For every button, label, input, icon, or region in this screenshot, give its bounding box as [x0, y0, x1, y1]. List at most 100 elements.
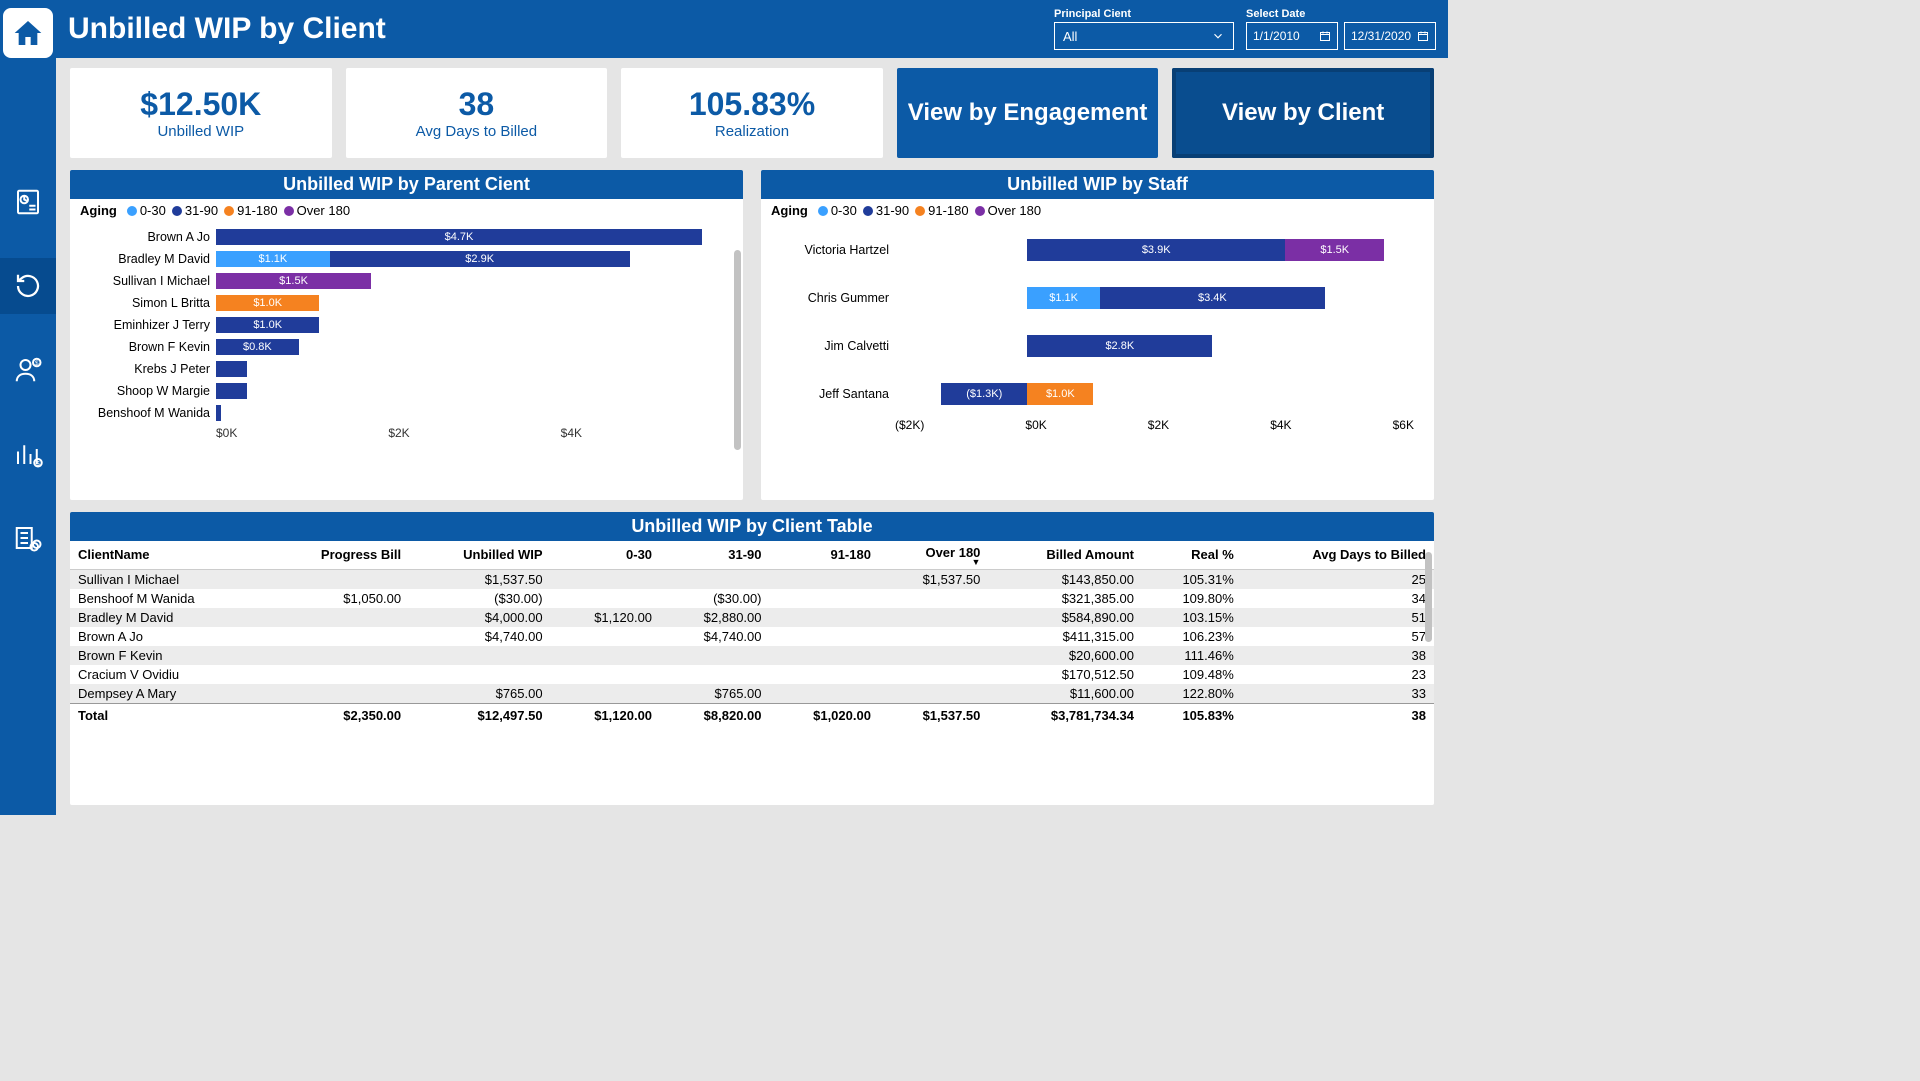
table-total-cell: 38: [1242, 703, 1434, 727]
axis-tick: $0K: [1025, 418, 1046, 432]
chart-bar-segment[interactable]: $1.1K: [216, 251, 330, 267]
date-from-input[interactable]: 1/1/2010: [1246, 22, 1338, 50]
table-row[interactable]: Bradley M David$4,000.00$1,120.00$2,880.…: [70, 608, 1434, 627]
chart-category-label: Eminhizer J Terry: [80, 318, 210, 332]
table-cell: [409, 665, 550, 684]
table-cell: [770, 684, 879, 704]
chart-category-label: Jeff Santana: [771, 387, 889, 401]
table-cell: [267, 665, 410, 684]
chart-category-label: Sullivan I Michael: [80, 274, 210, 288]
table-row[interactable]: Cracium V Ovidiu$170,512.50109.48%23: [70, 665, 1434, 684]
nav-chart-icon[interactable]: $: [0, 426, 56, 482]
page-title: Unbilled WIP by Client: [68, 12, 1042, 46]
table-cell: $170,512.50: [988, 665, 1142, 684]
table-header-cell[interactable]: ClientName: [70, 541, 267, 569]
table-header-cell[interactable]: 91-180: [770, 541, 879, 569]
nav-report-icon[interactable]: [0, 174, 56, 230]
chart-bar-segment[interactable]: $2.9K: [330, 251, 630, 267]
table-row[interactable]: Benshoof M Wanida$1,050.00($30.00)($30.0…: [70, 589, 1434, 608]
chart-bar-segment[interactable]: $1.1K: [1027, 287, 1100, 309]
table-cell: [660, 646, 769, 665]
chart-bar-segment[interactable]: $0.8K: [216, 339, 299, 355]
chart-bar-segment[interactable]: $1.5K: [216, 273, 371, 289]
table-row[interactable]: Brown F Kevin$20,600.00111.46%38: [70, 646, 1434, 665]
chart-bar-segment[interactable]: $1.0K: [1027, 383, 1093, 405]
table-cell: ($30.00): [409, 589, 550, 608]
svg-text:$: $: [36, 460, 40, 467]
table-cell: Brown A Jo: [70, 627, 267, 646]
chevron-down-icon: [1211, 29, 1225, 43]
table-cell: 34: [1242, 589, 1434, 608]
view-by-client-button[interactable]: View by Client: [1172, 68, 1434, 158]
home-button[interactable]: [3, 8, 53, 58]
wip-table[interactable]: ClientNameProgress BillUnbilled WIP0-303…: [70, 541, 1434, 727]
chart-bar-row: Jim Calvetti$2.8K: [771, 322, 1424, 370]
table-header-cell[interactable]: 0-30: [551, 541, 660, 569]
table-header-cell[interactable]: Billed Amount: [988, 541, 1142, 569]
chart-bar-segment[interactable]: $3.9K: [1027, 239, 1285, 261]
table-cell: $1,120.00: [551, 608, 660, 627]
table-cell: 25: [1242, 569, 1434, 589]
chart-category-label: Brown F Kevin: [80, 340, 210, 354]
table-cell: [551, 569, 660, 589]
table-cell: 33: [1242, 684, 1434, 704]
table-header-cell[interactable]: Progress Bill: [267, 541, 410, 569]
kpi-row: $12.50K Unbilled WIP 38 Avg Days to Bill…: [70, 68, 1434, 158]
table-cell: $4,000.00: [409, 608, 550, 627]
table-cell: [879, 608, 988, 627]
table-cell: [267, 569, 410, 589]
table-cell: Brown F Kevin: [70, 646, 267, 665]
chart-bar-segment[interactable]: $2.8K: [1027, 335, 1212, 357]
chart-bar-segment[interactable]: $1.5K: [1285, 239, 1384, 261]
chart-bar-row: Victoria Hartzel $3.9K$1.5K: [771, 226, 1424, 274]
chart-bar-segment[interactable]: ($1.3K): [941, 383, 1027, 405]
chart-bar-segment[interactable]: [216, 405, 221, 421]
table-cell: $1,537.50: [409, 569, 550, 589]
nav-refresh-icon[interactable]: [0, 258, 56, 314]
axis-tick: $4K: [561, 426, 733, 440]
table-header-cell[interactable]: 31-90: [660, 541, 769, 569]
table-row[interactable]: Sullivan I Michael$1,537.50$1,537.50$143…: [70, 569, 1434, 589]
table-row[interactable]: Brown A Jo$4,740.00$4,740.00$411,315.001…: [70, 627, 1434, 646]
chart-parent-body[interactable]: Brown A Jo$4.7KBradley M David$1.1K$2.9K…: [70, 222, 743, 500]
kpi-unbilled-wip: $12.50K Unbilled WIP: [70, 68, 332, 158]
view-by-engagement-button[interactable]: View by Engagement: [897, 68, 1159, 158]
table-header-cell[interactable]: Over 180▼: [879, 541, 988, 569]
table-scrollbar[interactable]: [1425, 552, 1432, 642]
table-header-cell[interactable]: Unbilled WIP: [409, 541, 550, 569]
table-header-cell[interactable]: Avg Days to Billed: [1242, 541, 1434, 569]
table-cell: $411,315.00: [988, 627, 1142, 646]
table-cell: [551, 589, 660, 608]
axis-tick: $4K: [1270, 418, 1291, 432]
axis-tick: $2K: [1148, 418, 1169, 432]
table-total-cell: $3,781,734.34: [988, 703, 1142, 727]
chart-bar-segment[interactable]: $4.7K: [216, 229, 702, 245]
table-cell: [660, 569, 769, 589]
table-cell: ($30.00): [660, 589, 769, 608]
table-cell: [409, 646, 550, 665]
chart-category-label: Victoria Hartzel: [771, 243, 889, 257]
chart-staff-body[interactable]: Victoria Hartzel$3.9K$1.5KChris Gummer$1…: [761, 222, 1434, 500]
chart-bar-segment[interactable]: [216, 361, 247, 377]
table-cell: 105.31%: [1142, 569, 1242, 589]
svg-text:$: $: [35, 360, 39, 367]
table-row[interactable]: Dempsey A Mary$765.00$765.00$11,600.0012…: [70, 684, 1434, 704]
chart-bar-segment[interactable]: $1.0K: [216, 295, 319, 311]
axis-tick: $2K: [388, 426, 560, 440]
calendar-icon: [1319, 30, 1331, 42]
chart-bar-segment[interactable]: $3.4K: [1100, 287, 1325, 309]
date-to-input[interactable]: 12/31/2020: [1344, 22, 1436, 50]
table-cell: $321,385.00: [988, 589, 1142, 608]
table-header-cell[interactable]: Real %: [1142, 541, 1242, 569]
nav-user-money-icon[interactable]: $: [0, 342, 56, 398]
chart-bar-row: Brown F Kevin $0.8K: [80, 336, 733, 358]
chart-bar-segment[interactable]: $1.0K: [216, 317, 319, 333]
chart-parent-scrollbar[interactable]: [734, 250, 741, 450]
chart-staff-panel: Unbilled WIP by Staff Aging 0-30 31-90 9…: [761, 170, 1434, 500]
nav-ledger-icon[interactable]: [0, 510, 56, 566]
table-cell: $1,537.50: [879, 569, 988, 589]
table-cell: $11,600.00: [988, 684, 1142, 704]
table-cell: 122.80%: [1142, 684, 1242, 704]
principal-filter-select[interactable]: All: [1054, 22, 1234, 50]
chart-bar-segment[interactable]: [216, 383, 247, 399]
